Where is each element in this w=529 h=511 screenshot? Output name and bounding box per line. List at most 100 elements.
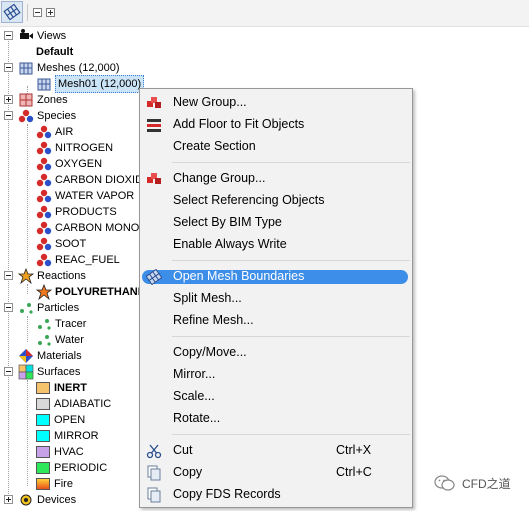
toolbar [0, 0, 529, 27]
watermark: CFD之道 [434, 474, 511, 492]
mesh-group-icon [18, 60, 34, 76]
tree-item-default-view[interactable]: Default [36, 44, 73, 60]
wechat-icon [434, 474, 456, 492]
menu-separator [172, 260, 410, 261]
reactions-collapse-toggle[interactable] [4, 271, 13, 280]
tree-item-species[interactable]: OXYGEN [36, 156, 102, 172]
menu-item-create-section[interactable]: Create Section [140, 136, 412, 158]
tree-item-surface[interactable]: MIRROR [36, 428, 99, 444]
views-collapse-toggle[interactable] [4, 31, 13, 40]
menu-separator [172, 162, 410, 163]
molecule-icon [36, 236, 52, 252]
menu-item-new-group[interactable]: New Group... [140, 92, 412, 114]
menu-item-refine-mesh[interactable]: Refine Mesh... [140, 310, 412, 332]
menu-item-copy-fds-records[interactable]: Copy FDS Records [140, 484, 412, 506]
reaction-icon [17, 267, 35, 285]
surface-color-swatch [36, 430, 50, 442]
new-group-icon [146, 95, 162, 111]
particle-icon [36, 332, 52, 348]
tree-item-surface[interactable]: PERIODIC [36, 460, 107, 476]
tree-item-tracer[interactable]: Tracer [36, 316, 86, 332]
molecule-icon [36, 252, 52, 268]
copy-icon [146, 465, 162, 481]
menu-item-enable-always-write[interactable]: Enable Always Write [140, 234, 412, 256]
surfaces-icon [18, 364, 34, 380]
menu-item-cut[interactable]: Cut Ctrl+X [140, 440, 412, 462]
tree-item-species[interactable]: Species [18, 108, 76, 124]
tree-item-meshes[interactable]: Meshes (12,000) [18, 60, 120, 76]
menu-item-mirror[interactable]: Mirror... [140, 364, 412, 386]
tree-item-views[interactable]: Views [18, 28, 66, 44]
tree-item-species[interactable]: SOOT [36, 236, 86, 252]
particles-collapse-toggle[interactable] [4, 303, 13, 312]
surface-color-swatch [36, 446, 50, 458]
toolbar-separator [27, 4, 28, 21]
tree-item-reactions[interactable]: Reactions [17, 267, 86, 285]
menu-item-add-floor[interactable]: Add Floor to Fit Objects [140, 114, 412, 136]
change-group-icon [146, 171, 162, 187]
mesh-view-button[interactable] [1, 1, 23, 23]
molecule-icon [36, 172, 52, 188]
tree-item-zones[interactable]: Zones [18, 92, 68, 108]
menu-item-select-bim[interactable]: Select By BIM Type [140, 212, 412, 234]
menu-item-split-mesh[interactable]: Split Mesh... [140, 288, 412, 310]
device-icon [18, 492, 34, 508]
tree-item-surface[interactable]: HVAC [36, 444, 84, 460]
tree-item-polyurethane[interactable]: POLYURETHANE [35, 283, 145, 301]
menu-separator [172, 336, 410, 337]
molecule-icon [36, 188, 52, 204]
devices-expand-toggle[interactable] [4, 495, 13, 504]
menu-item-copy-move[interactable]: Copy/Move... [140, 342, 412, 364]
surface-color-swatch [36, 398, 50, 410]
molecule-icon [36, 140, 52, 156]
molecule-icon [36, 204, 52, 220]
menu-item-select-referencing[interactable]: Select Referencing Objects [140, 190, 412, 212]
zones-icon [18, 92, 34, 108]
mesh-icon [36, 76, 52, 92]
surface-color-swatch [36, 414, 50, 426]
molecule-icon [36, 124, 52, 140]
surfaces-collapse-toggle[interactable] [4, 367, 13, 376]
tree-item-surface[interactable]: ADIABATIC [36, 396, 111, 412]
copy-records-icon [146, 487, 162, 503]
tree-item-species[interactable]: AIR [36, 124, 73, 140]
tree-item-surfaces[interactable]: Surfaces [18, 364, 80, 380]
tree-item-particles[interactable]: Particles [18, 300, 79, 316]
reaction-icon [35, 283, 53, 301]
molecule-icon [36, 220, 52, 236]
species-icon [18, 108, 34, 124]
surface-color-swatch [36, 462, 50, 474]
menu-item-rotate[interactable]: Rotate... [140, 408, 412, 430]
expand-all-button[interactable] [46, 8, 55, 17]
meshes-collapse-toggle[interactable] [4, 63, 13, 72]
zones-expand-toggle[interactable] [4, 95, 13, 104]
species-collapse-toggle[interactable] [4, 111, 13, 120]
tree-item-surface[interactable]: OPEN [36, 412, 85, 428]
scissors-icon [146, 443, 162, 459]
menu-item-scale[interactable]: Scale... [140, 386, 412, 408]
menu-item-change-group[interactable]: Change Group... [140, 168, 412, 190]
tree-item-materials[interactable]: Materials [18, 348, 82, 364]
tree-item-water[interactable]: Water [36, 332, 84, 348]
mesh-boundaries-icon [145, 268, 163, 286]
tree-item-devices[interactable]: Devices [18, 492, 76, 508]
camera-icon [18, 28, 34, 44]
fire-swatch-icon [36, 478, 50, 490]
molecule-icon [36, 156, 52, 172]
tree-item-mesh01[interactable]: Mesh01 (12,000) [36, 75, 145, 93]
tree-item-species[interactable]: WATER VAPOR [36, 188, 134, 204]
menu-item-copy[interactable]: Copy Ctrl+C [140, 462, 412, 484]
tree-item-species[interactable]: CARBON DIOXIDE [36, 172, 150, 188]
collapse-all-button[interactable] [33, 8, 42, 17]
materials-icon [18, 348, 34, 364]
tree-item-species[interactable]: PRODUCTS [36, 204, 117, 220]
mesh-icon [3, 3, 21, 21]
tree-item-species[interactable]: NITROGEN [36, 140, 113, 156]
tree-item-surface[interactable]: INERT [36, 380, 87, 396]
particle-icon [36, 316, 52, 332]
tree-item-surface[interactable]: Fire [36, 476, 73, 492]
particles-icon [18, 300, 34, 316]
context-menu: New Group... Add Floor to Fit Objects Cr… [139, 88, 413, 508]
menu-item-open-mesh-boundaries[interactable]: Open Mesh Boundaries [140, 266, 412, 288]
tree-item-species[interactable]: REAC_FUEL [36, 252, 120, 268]
